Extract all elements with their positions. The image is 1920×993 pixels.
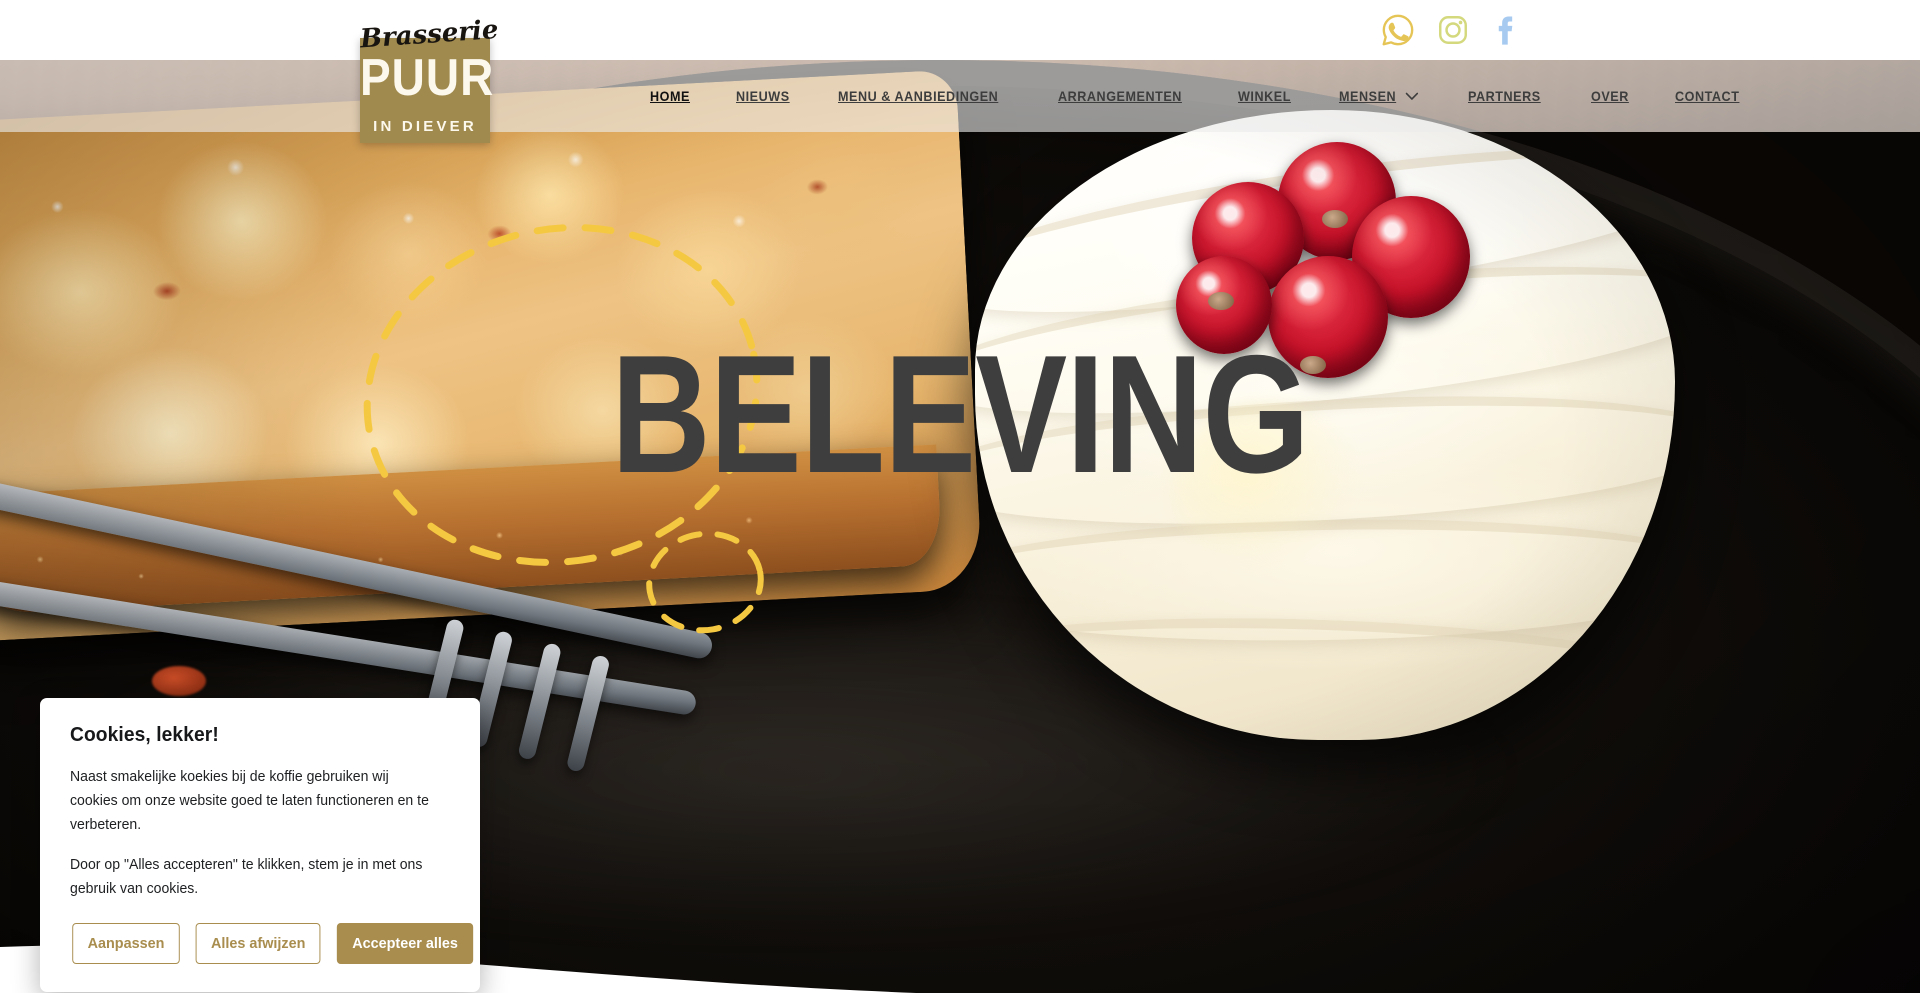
nav-item-label: PARTNERS xyxy=(1468,88,1541,104)
whatsapp-icon[interactable] xyxy=(1380,12,1416,48)
nav-item-arrangementen[interactable]: ARRANGEMENTEN xyxy=(1058,88,1182,104)
nav-item-label: OVER xyxy=(1590,88,1629,104)
nav-item-label: MENU & AANBIEDINGEN xyxy=(838,88,999,104)
logo-main-word: PUUR xyxy=(360,47,495,107)
nav-item-nieuws[interactable]: NIEUWS xyxy=(736,88,790,104)
hero-title: BELEVING xyxy=(611,320,1309,508)
nav-item-winkel[interactable]: WINKEL xyxy=(1238,88,1291,104)
cookie-banner-paragraph-1: Naast smakelijke koekies bij de koffie g… xyxy=(70,769,429,833)
nav-item-mensen[interactable]: MENSEN xyxy=(1339,88,1418,104)
nav-item-label: MENSEN xyxy=(1338,88,1396,104)
cookie-banner-title: Cookies, lekker! xyxy=(70,724,219,746)
cookie-consent-banner: Cookies, lekker! Naast smakelijke koekie… xyxy=(40,698,480,992)
nav-item-over[interactable]: OVER xyxy=(1591,88,1629,104)
site-logo[interactable]: Brasserie PUUR IN DIEVER xyxy=(359,15,499,143)
nav-item-contact[interactable]: CONTACT xyxy=(1675,88,1739,104)
nav-item-label: HOME xyxy=(650,88,690,104)
main-navigation: HOME NIEUWS MENU & AANBIEDINGEN ARRANGEMENT… xyxy=(0,60,1920,132)
nav-item-label: CONTACT xyxy=(1675,88,1740,104)
cookie-banner-actions: Aanpassen Alles afwijzen Accepteer alles xyxy=(70,923,474,964)
cookie-alles-afwijzen-button[interactable]: Alles afwijzen xyxy=(195,923,321,964)
facebook-icon[interactable] xyxy=(1490,11,1524,49)
nav-item-partners[interactable]: PARTNERS xyxy=(1468,88,1541,104)
cookie-accepteer-alles-button[interactable]: Accepteer alles xyxy=(337,923,474,964)
nav-item-label: ARRANGEMENTEN xyxy=(1058,88,1183,104)
nav-item-label: WINKEL xyxy=(1237,88,1291,104)
cookie-aanpassen-button[interactable]: Aanpassen xyxy=(72,923,180,964)
nav-item-home[interactable]: HOME xyxy=(650,88,690,104)
instagram-icon[interactable] xyxy=(1436,13,1470,47)
nav-item-label: NIEUWS xyxy=(736,88,791,104)
social-links xyxy=(1380,11,1524,49)
cookie-banner-paragraph-2: Door op "Alles accepteren" te klikken, s… xyxy=(70,857,423,897)
chevron-down-icon[interactable] xyxy=(1404,88,1418,104)
logo-location-word: IN DIEVER xyxy=(373,118,477,135)
top-bar xyxy=(0,0,1920,60)
nav-item-menu-aanbiedingen[interactable]: MENU & AANBIEDINGEN xyxy=(838,88,998,104)
